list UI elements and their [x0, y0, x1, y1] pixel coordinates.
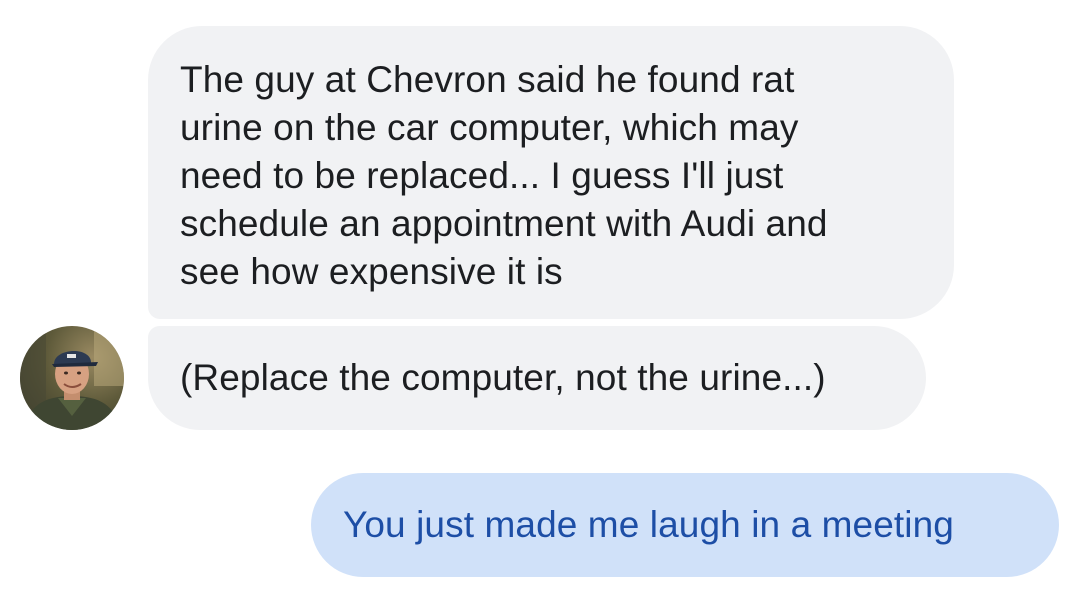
message-text-line: The guy at Chevron said he found rat	[180, 59, 795, 100]
message-text: (Replace the computer, not the urine...)	[180, 357, 826, 398]
message-text-line: need to be replaced... I guess I'll just	[180, 155, 784, 196]
message-text-line: see how expensive it is	[180, 251, 563, 292]
outgoing-message-bubble[interactable]: You just made me laugh in a meeting	[311, 473, 1059, 577]
profile-photo-icon	[20, 326, 124, 430]
incoming-message-bubble[interactable]: (Replace the computer, not the urine...)	[148, 326, 926, 430]
message-text-line: urine on the car computer, which may	[180, 107, 799, 148]
message-text: You just made me laugh in a meeting	[343, 504, 954, 545]
avatar[interactable]	[20, 326, 124, 430]
message-text-line: schedule an appointment with Audi and	[180, 203, 828, 244]
incoming-message-bubble[interactable]: The guy at Chevron said he found rat uri…	[148, 26, 954, 319]
